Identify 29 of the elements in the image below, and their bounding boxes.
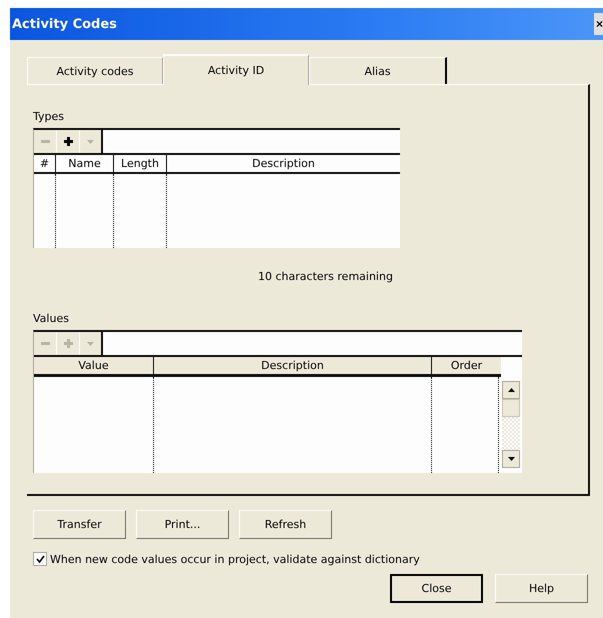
up-arrow-icon: [508, 388, 514, 392]
add-button[interactable]: [57, 130, 80, 153]
scrollbar[interactable]: [502, 381, 522, 468]
close-button[interactable]: ×: [594, 13, 603, 35]
column-header[interactable]: Value: [34, 357, 154, 374]
status-text: 10 characters remaining: [258, 270, 394, 285]
section-label: Types: [33, 110, 65, 124]
scroll-thumb[interactable]: [502, 399, 520, 417]
dialog-button[interactable]: Close: [390, 574, 483, 603]
checkbox-label: When new code values occur in project, validate against dictionary: [50, 552, 420, 566]
action-button[interactable]: Print...: [136, 510, 229, 539]
tab[interactable]: Activity ID: [163, 54, 309, 85]
plus-icon: [62, 338, 74, 349]
dialog-button[interactable]: Help: [495, 574, 588, 603]
tab[interactable]: Activity codes: [27, 57, 163, 84]
action-button[interactable]: Refresh: [239, 510, 332, 539]
column-header[interactable]: Order: [432, 357, 501, 374]
column-header[interactable]: Description: [167, 155, 400, 172]
window-title: Activity Codes: [11, 16, 117, 32]
action-button[interactable]: Transfer: [33, 510, 126, 539]
column-header[interactable]: Length: [114, 155, 167, 172]
column-header[interactable]: Description: [154, 357, 432, 374]
section-label: Values: [33, 312, 70, 326]
column-header[interactable]: #: [34, 155, 56, 172]
plus-icon: [62, 136, 74, 147]
tab[interactable]: Alias: [309, 57, 447, 84]
column-header[interactable]: Name: [56, 155, 114, 172]
checkbox[interactable]: [33, 552, 47, 566]
down-arrow-icon: [508, 457, 514, 461]
